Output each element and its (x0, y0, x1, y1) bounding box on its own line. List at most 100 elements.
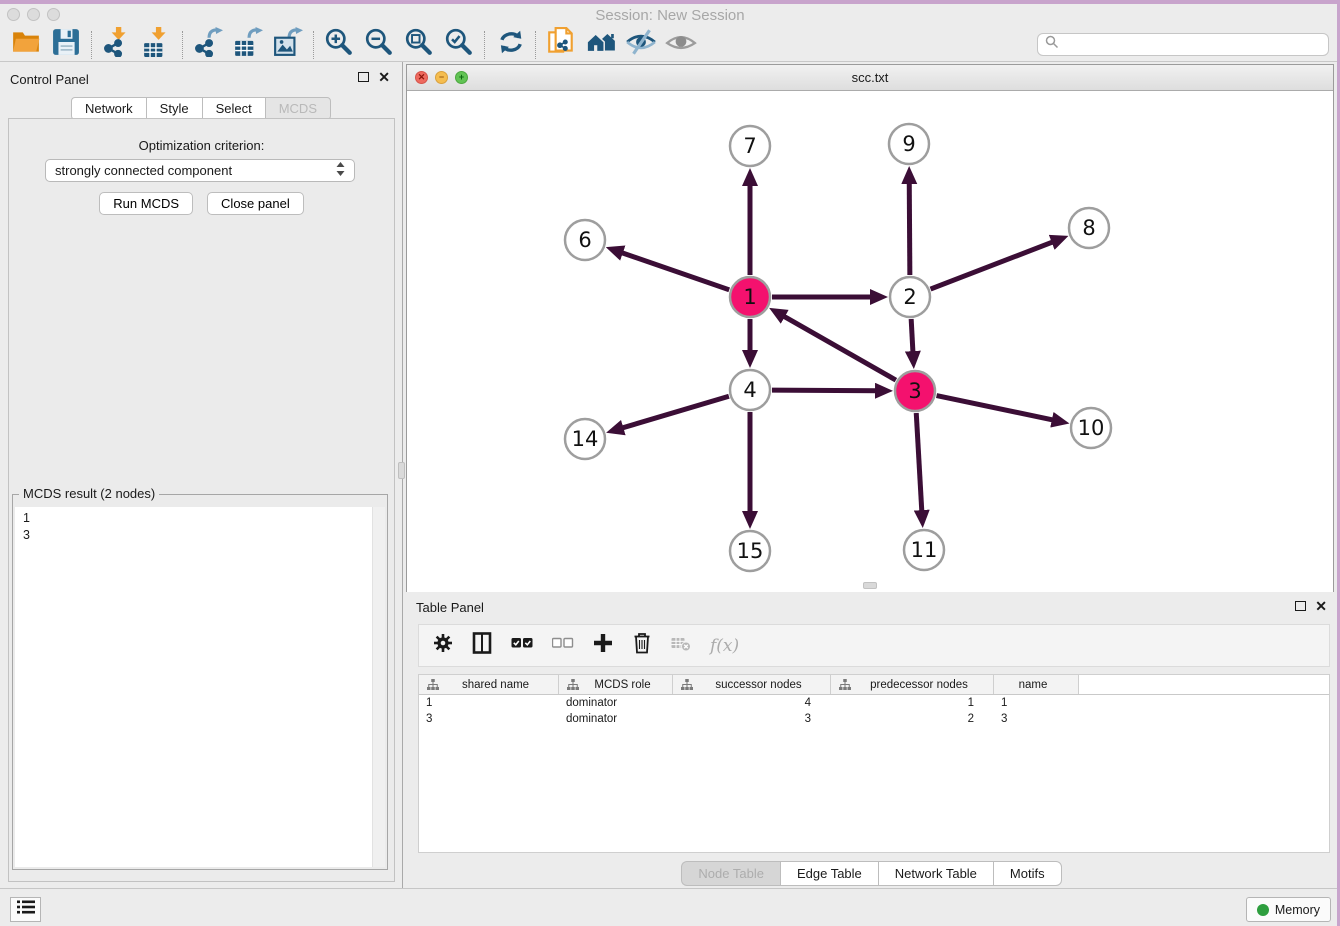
home-button[interactable] (581, 29, 621, 61)
hide-details-button[interactable] (621, 29, 661, 61)
delete-row-button[interactable] (632, 632, 652, 659)
import-network-button[interactable] (97, 29, 137, 61)
tab-network-table[interactable]: Network Table (878, 861, 993, 886)
memory-button[interactable]: Memory (1246, 897, 1331, 922)
graph-edge-2-8[interactable] (931, 241, 1056, 289)
column-header[interactable]: name (994, 675, 1079, 694)
tab-select[interactable]: Select (202, 97, 265, 120)
tab-style[interactable]: Style (146, 97, 202, 120)
table-toolbar: f(x) (418, 624, 1330, 667)
table-cell[interactable]: 3 (673, 713, 831, 725)
run-mcds-button[interactable]: Run MCDS (99, 192, 193, 215)
graph-edge-1-6[interactable] (619, 252, 729, 290)
graph-edge-2-9[interactable] (909, 180, 910, 275)
table-cell[interactable]: 1 (831, 697, 994, 709)
graph-edge-3-11[interactable] (916, 413, 922, 514)
tree-icon (839, 679, 851, 691)
status-bar: Memory (0, 888, 1340, 926)
close-panel-icon[interactable]: ✕ (378, 72, 390, 82)
graph-node-label: 2 (903, 285, 916, 309)
criterion-dropdown[interactable]: strongly connected component (45, 159, 355, 182)
network-canvas[interactable]: 7968124314101511 (407, 91, 1333, 592)
graph-node-label: 4 (743, 378, 756, 402)
table-tabs: Node Table Edge Table Network Table Moti… (406, 861, 1337, 886)
import-table-button[interactable] (137, 29, 177, 61)
export-table-button[interactable] (228, 29, 268, 61)
table-cell[interactable]: dominator (559, 713, 673, 725)
table-cell[interactable]: 1 (994, 697, 1079, 709)
toolbar-separator (91, 31, 92, 59)
zoom-in-icon (324, 27, 354, 62)
function-builder-button[interactable]: f(x) (710, 636, 739, 656)
panel-splitter-handle[interactable] (398, 462, 405, 479)
column-header[interactable]: shared name (419, 675, 559, 694)
float-panel-icon[interactable] (1295, 601, 1306, 611)
function-icon: f(x) (710, 636, 739, 656)
node-table[interactable]: shared nameMCDS rolesuccessor nodesprede… (418, 674, 1330, 853)
table-row[interactable]: 3dominator323 (419, 711, 1329, 727)
table-cell[interactable]: 4 (673, 697, 831, 709)
show-columns-button[interactable] (472, 632, 492, 659)
table-cell[interactable]: 1 (419, 697, 559, 709)
add-row-button[interactable] (593, 633, 613, 658)
graph-edge-4-14[interactable] (620, 396, 729, 428)
graph-edge-2-3[interactable] (911, 319, 913, 355)
tab-mcds[interactable]: MCDS (265, 97, 331, 120)
zoom-fit-button[interactable] (399, 29, 439, 61)
delete-table-button[interactable] (671, 634, 691, 657)
table-cell[interactable]: 3 (994, 713, 1079, 725)
tab-edge-table[interactable]: Edge Table (780, 861, 878, 886)
plus-icon (593, 633, 613, 658)
graph-edge-3-1[interactable] (781, 315, 896, 380)
table-cell[interactable]: 2 (831, 713, 994, 725)
zoom-fit-icon (404, 27, 434, 62)
tab-node-table[interactable]: Node Table (681, 861, 780, 886)
mcds-result-area[interactable]: 13 (15, 507, 385, 867)
toolbar-separator (484, 31, 485, 59)
result-scrollbar[interactable] (372, 507, 385, 867)
mcds-result-line: 3 (23, 527, 385, 544)
graph-edge-4-3[interactable] (772, 390, 879, 391)
zoom-in-button[interactable] (319, 29, 359, 61)
table-row[interactable]: 1dominator411 (419, 695, 1329, 711)
open-session-button[interactable] (6, 29, 46, 61)
toolbar-separator (182, 31, 183, 59)
save-session-button[interactable] (46, 29, 86, 61)
column-header[interactable]: predecessor nodes (831, 675, 994, 694)
graph-node-label: 8 (1082, 216, 1095, 240)
tab-network[interactable]: Network (71, 97, 146, 120)
network-window-titlebar[interactable]: ✕ − + scc.txt (407, 65, 1333, 91)
close-panel-icon[interactable]: ✕ (1315, 601, 1327, 611)
refresh-icon (495, 27, 525, 62)
column-header[interactable]: successor nodes (673, 675, 831, 694)
export-network-button[interactable] (188, 29, 228, 61)
table-cell[interactable]: 3 (419, 713, 559, 725)
show-details-button[interactable] (661, 29, 701, 61)
graph-edge-3-10[interactable] (937, 396, 1056, 421)
table-settings-button[interactable] (433, 633, 453, 658)
search-input[interactable] (1064, 37, 1321, 52)
deselect-all-columns-button[interactable] (552, 636, 574, 655)
checked-boxes-icon (511, 636, 533, 655)
tree-icon (567, 679, 579, 691)
graph-node-label: 1 (743, 285, 756, 309)
column-header-label: name (994, 679, 1078, 691)
column-header[interactable]: MCDS role (559, 675, 673, 694)
search-box[interactable] (1037, 33, 1329, 56)
main-toolbar (0, 28, 1340, 62)
duplicate-network-button[interactable] (541, 29, 581, 61)
float-panel-icon[interactable] (358, 72, 369, 82)
tree-icon (681, 679, 693, 691)
refresh-view-button[interactable] (490, 29, 530, 61)
table-cell[interactable]: dominator (559, 697, 673, 709)
zoom-out-button[interactable] (359, 29, 399, 61)
task-history-button[interactable] (10, 897, 41, 922)
tab-motifs[interactable]: Motifs (993, 861, 1062, 886)
gear-icon (433, 633, 453, 658)
close-panel-button[interactable]: Close panel (207, 192, 304, 215)
table-body: 1dominator4113dominator323 (419, 695, 1329, 727)
select-all-columns-button[interactable] (511, 636, 533, 655)
zoom-selected-button[interactable] (439, 29, 479, 61)
export-image-button[interactable] (268, 29, 308, 61)
canvas-scrollbar-handle[interactable] (863, 582, 877, 589)
